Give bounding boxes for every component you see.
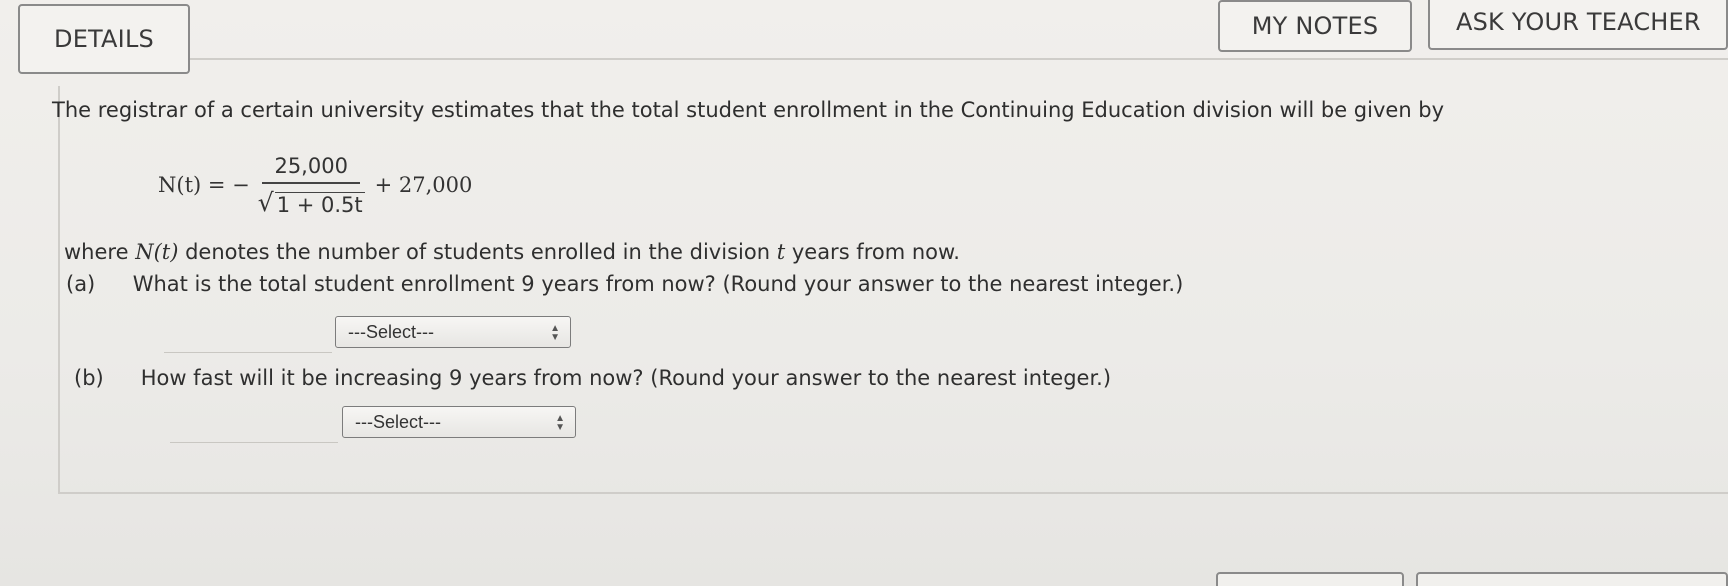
where-suffix: years from now. [791,240,960,264]
answer-b-blank [170,442,338,443]
answer-a-select-value: ---Select--- [348,321,434,342]
answer-a-select[interactable]: ---Select--- ▲ ▼ [335,316,571,348]
answer-a-blank [164,352,332,353]
where-middle: denotes the number of students enrolled … [185,240,771,264]
answer-b-select[interactable]: ---Select--- ▲ ▼ [342,406,576,438]
part-b-question: How fast will it be increasing 9 years f… [140,366,1112,390]
formula-lhs: N(t) = − [158,173,250,197]
part-a-question: What is the total student enrollment 9 y… [132,272,1184,296]
where-variable: N(t) [135,240,179,264]
part-b: (b) How fast will it be increasing 9 yea… [74,366,1111,390]
formula-numerator: 25,000 [262,154,360,184]
where-t: t [776,240,786,264]
page: DETAILS MY NOTES ASK YOUR TEACHER The re… [0,0,1728,586]
part-b-label: (b) [74,366,104,390]
formula-radicand: 1 + 0.5t [274,191,365,217]
problem-intro: The registrar of a certain university es… [52,98,1445,122]
my-notes-button[interactable]: MY NOTES [1218,0,1412,52]
ask-your-teacher-button[interactable]: ASK YOUR TEACHER [1428,0,1728,50]
select-arrows-icon: ▲ ▼ [550,323,560,343]
formula-fraction: 25,000 √ 1 + 0.5t [258,154,365,217]
variable-definition: where N(t) denotes the number of student… [64,240,960,264]
enrollment-formula: N(t) = − 25,000 √ 1 + 0.5t + 27,000 [158,150,472,220]
sqrt-icon: √ [257,187,274,217]
details-button[interactable]: DETAILS [18,4,190,74]
select-arrows-icon: ▲ ▼ [555,413,565,433]
formula-denominator: √ 1 + 0.5t [258,184,365,217]
header-divider [190,58,1728,60]
bottom-button-left[interactable] [1216,572,1404,586]
bottom-button-right[interactable] [1416,572,1728,586]
formula-rhs: + 27,000 [374,173,473,197]
part-a: (a) What is the total student enrollment… [66,272,1183,296]
where-prefix: where [64,240,129,264]
answer-b-select-value: ---Select--- [355,411,441,432]
part-a-label: (a) [66,272,96,296]
